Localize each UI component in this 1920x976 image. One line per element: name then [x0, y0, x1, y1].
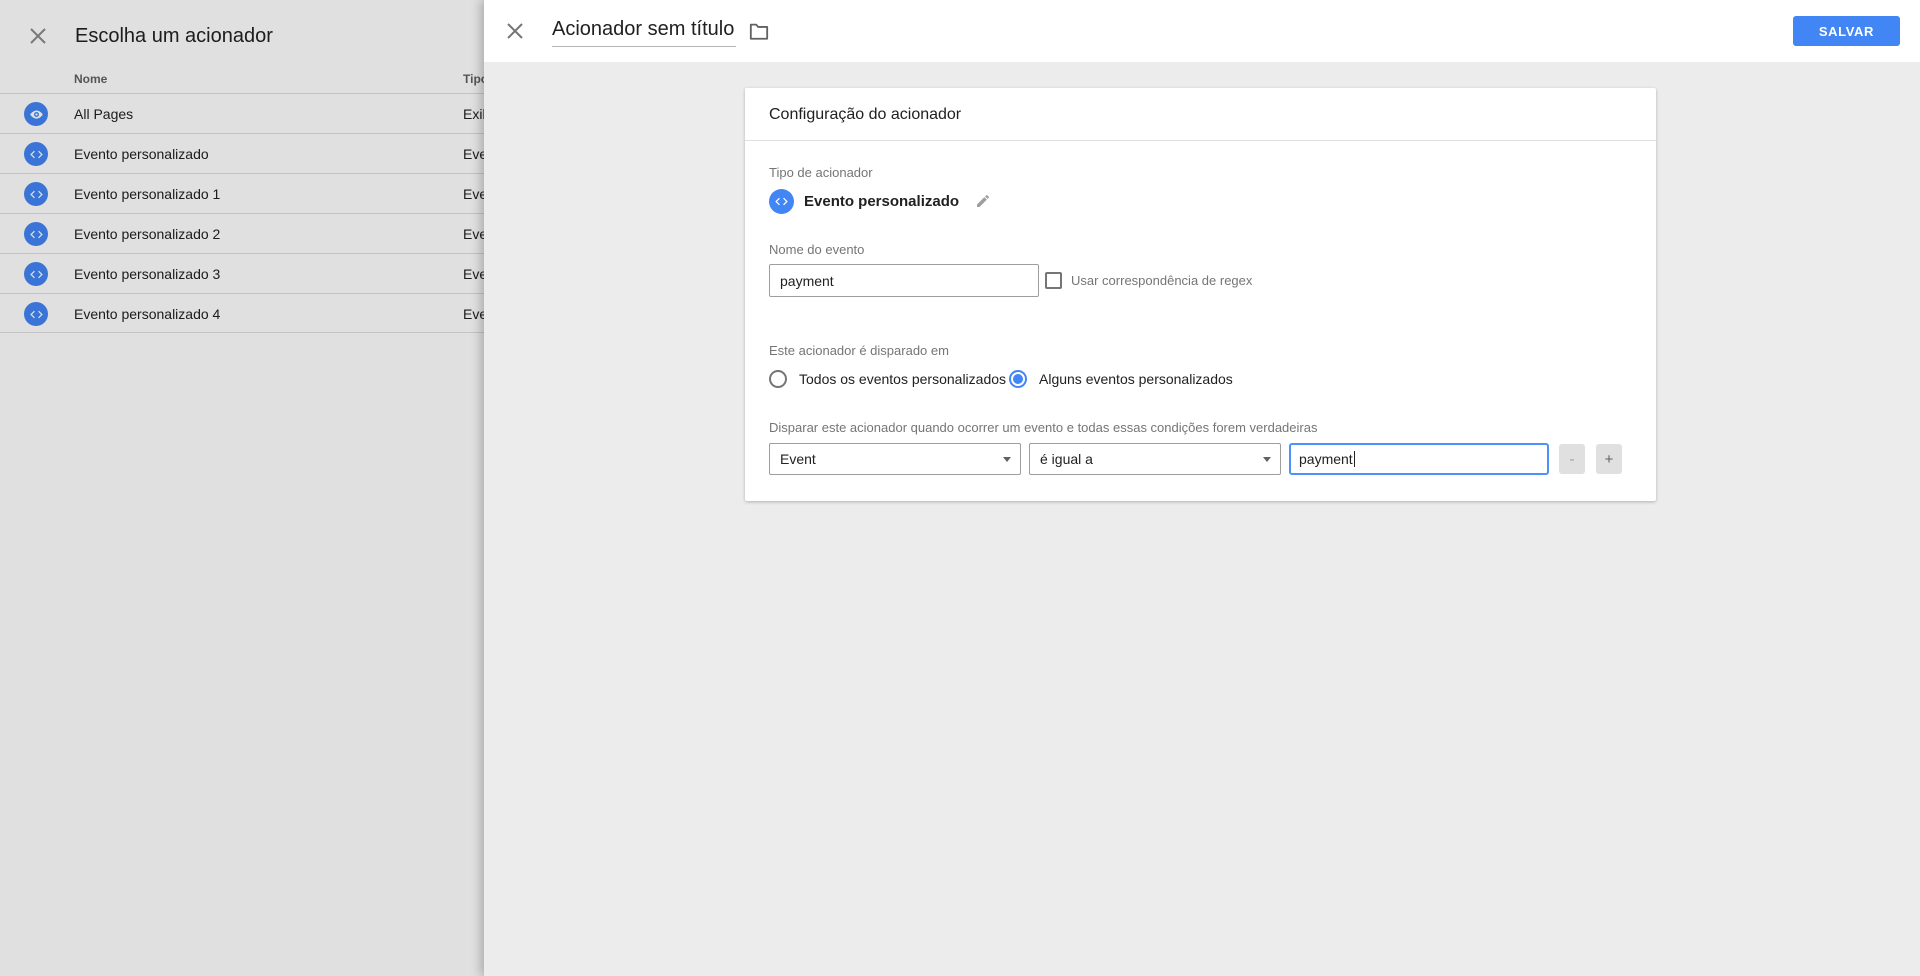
card-body: Tipo de acionador Evento personalizado N…	[745, 141, 1656, 501]
regex-checkbox-label[interactable]: Usar correspondência de regex	[1071, 273, 1252, 288]
custom-event-code-icon	[769, 189, 794, 214]
event-name-input[interactable]	[769, 264, 1039, 297]
remove-condition-button[interactable]: -	[1559, 444, 1585, 474]
radio-some-custom-events-label[interactable]: Alguns eventos personalizados	[1039, 371, 1233, 387]
chevron-down-icon	[1003, 457, 1011, 462]
dim-scrim	[0, 0, 484, 976]
condition-value-input[interactable]: payment	[1289, 443, 1549, 475]
condition-operator-select[interactable]: é igual a	[1029, 443, 1281, 475]
text-caret	[1354, 451, 1355, 467]
radio-some-custom-events[interactable]	[1009, 370, 1027, 388]
condition-row: Event é igual a payment - +	[769, 443, 1632, 475]
trigger-chooser-panel: Escolha um acionador Nome Tipo All Pages…	[0, 0, 484, 976]
conditions-label: Disparar este acionador quando ocorrer u…	[769, 420, 1632, 435]
event-name-row: Usar correspondência de regex	[769, 264, 1632, 297]
trigger-title-input[interactable]: Acionador sem título	[552, 16, 736, 47]
fires-on-label: Este acionador é disparado em	[769, 343, 1632, 358]
condition-variable-select[interactable]: Event	[769, 443, 1021, 475]
radio-all-custom-events-label[interactable]: Todos os eventos personalizados	[799, 371, 1009, 387]
condition-operator-value: é igual a	[1040, 451, 1093, 467]
condition-value-text: payment	[1299, 451, 1353, 467]
condition-variable-value: Event	[780, 451, 816, 467]
radio-all-custom-events[interactable]	[769, 370, 787, 388]
folder-icon[interactable]	[748, 21, 770, 41]
fires-on-options: Todos os eventos personalizados Alguns e…	[769, 368, 1632, 390]
editor-header: Acionador sem título SALVAR	[484, 0, 1920, 62]
pencil-icon[interactable]	[975, 193, 991, 209]
trigger-type-value: Evento personalizado	[804, 193, 959, 210]
add-condition-button[interactable]: +	[1596, 444, 1622, 474]
card-title: Configuração do acionador	[745, 88, 1656, 141]
save-button[interactable]: SALVAR	[1793, 16, 1900, 46]
trigger-editor-overlay: Acionador sem título SALVAR Configuração…	[484, 0, 1920, 976]
event-name-label: Nome do evento	[769, 242, 1632, 257]
trigger-config-card: Configuração do acionador Tipo de aciona…	[745, 88, 1656, 501]
chevron-down-icon	[1263, 457, 1271, 462]
trigger-type-label: Tipo de acionador	[769, 165, 1632, 180]
trigger-type-row: Evento personalizado	[769, 188, 1632, 214]
regex-checkbox[interactable]	[1045, 272, 1062, 289]
close-icon[interactable]	[504, 20, 526, 42]
